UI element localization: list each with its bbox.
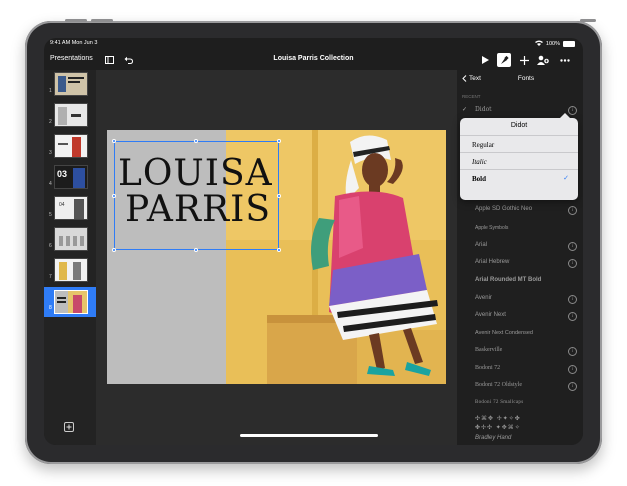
info-icon[interactable]: i (568, 206, 577, 215)
popover-title: Didot (510, 122, 528, 129)
style-regular[interactable]: Regular (460, 135, 578, 153)
slide-preview (54, 134, 88, 158)
slide-number: 6 (49, 243, 52, 249)
selection-handle[interactable] (112, 194, 116, 198)
slide-number: 1 (49, 88, 52, 94)
format-brush-icon[interactable] (497, 53, 511, 67)
info-icon[interactable]: i (568, 365, 577, 374)
checkmark-icon: ✓ (462, 107, 468, 113)
panel-title: Fonts (517, 75, 535, 82)
current-font-row[interactable]: Didot (475, 106, 492, 113)
current-slide[interactable]: LOUISA PARRIS (107, 130, 446, 384)
slide-thumbnail[interactable]: 3 (44, 132, 96, 160)
toolbar: Presentations Louisa Parris Collection (44, 50, 583, 70)
battery-percent: 100% (545, 41, 560, 47)
font-row[interactable]: Bodoni 72 (475, 365, 500, 371)
add-icon[interactable] (517, 53, 531, 67)
power-button (580, 19, 596, 22)
font-row[interactable]: Bodoni 72 Smallcaps (475, 400, 523, 405)
slide-preview (54, 258, 88, 282)
recent-header: RECENT (462, 94, 481, 99)
typeface-popover: Didot Regular Italic Bold ✓ (460, 113, 578, 200)
slide-preview (54, 72, 88, 96)
slide-navigator: 1 2 3 4 03 5 04 6 7 8 (44, 70, 96, 445)
slide-preview (54, 290, 88, 314)
style-label: Bold (472, 175, 487, 183)
wifi-icon (534, 40, 543, 48)
selection-handle[interactable] (277, 194, 281, 198)
font-row[interactable]: Arial Hebrew (475, 259, 509, 265)
text-selection-box[interactable] (114, 141, 279, 250)
slide-number: 5 (49, 212, 52, 218)
slide-canvas: LOUISA PARRIS (96, 70, 457, 445)
battery-icon (563, 41, 575, 47)
slide-thumbnail[interactable]: 2 (44, 101, 96, 129)
selection-handle[interactable] (194, 248, 198, 252)
font-row[interactable]: Avenir Next (475, 312, 506, 318)
volume-up-button (65, 19, 87, 22)
play-icon[interactable] (478, 53, 492, 67)
info-icon[interactable]: i (568, 242, 577, 251)
style-bold[interactable]: Bold ✓ (460, 169, 578, 187)
selection-handle[interactable] (194, 139, 198, 143)
more-icon[interactable] (558, 53, 572, 67)
style-label: Italic (472, 158, 487, 166)
style-italic[interactable]: Italic (460, 152, 578, 170)
selection-handle[interactable] (112, 248, 116, 252)
info-icon[interactable]: i (568, 312, 577, 321)
plus-icon (66, 424, 72, 430)
slide-number: 3 (49, 150, 52, 156)
slide-preview (54, 103, 88, 127)
popover-arrow (560, 113, 570, 118)
info-icon[interactable]: i (568, 295, 577, 304)
slide-number: 7 (49, 274, 52, 280)
slide-thumbnail[interactable]: 5 04 (44, 194, 96, 222)
slide-preview: 04 (54, 196, 88, 220)
selection-handle[interactable] (112, 139, 116, 143)
info-icon[interactable]: i (568, 347, 577, 356)
screen: 9:41 AM Mon Jun 3 100% Presentations Lou… (44, 38, 583, 445)
font-row[interactable]: Arial Rounded MT Bold (475, 277, 541, 283)
slide-preview: 03 (54, 165, 88, 189)
collaborate-icon[interactable] (536, 53, 550, 67)
slide-thumbnail[interactable]: 6 (44, 225, 96, 253)
font-row[interactable]: Bodoni 72 Oldstyle (475, 382, 522, 388)
status-time: 9:41 AM Mon Jun 3 (50, 40, 98, 46)
home-indicator[interactable] (240, 434, 378, 437)
slide-thumbnail-selected[interactable]: 8 (44, 287, 96, 317)
font-row[interactable]: Apple Symbols (475, 225, 508, 231)
font-row[interactable]: Avenir Next Condensed (475, 330, 533, 336)
volume-down-button (91, 19, 113, 22)
symbol-font-row[interactable]: ✣⌘✥ ✢✦✧✤ (475, 415, 521, 422)
font-row[interactable]: Bradley Hand (475, 435, 511, 441)
status-indicators: 100% (534, 40, 575, 48)
add-slide-button[interactable] (64, 422, 74, 432)
symbol-font-row[interactable]: ✤✢✣ ✦✥⌘✧ (475, 424, 521, 431)
selection-handle[interactable] (277, 139, 281, 143)
info-icon[interactable]: i (568, 259, 577, 268)
slide-preview (54, 227, 88, 251)
slide-thumbnail[interactable]: 1 (44, 70, 96, 98)
info-icon[interactable]: i (568, 382, 577, 391)
slide-number: 4 (49, 181, 52, 187)
selection-handle[interactable] (277, 248, 281, 252)
font-row[interactable]: Avenir (475, 295, 492, 301)
slide-number: 8 (49, 305, 52, 311)
slide-thumbnail[interactable]: 7 (44, 256, 96, 284)
font-row[interactable]: Arial (475, 242, 487, 248)
font-row[interactable]: Apple SD Gothic Neo (475, 206, 532, 212)
checkmark-icon: ✓ (563, 175, 569, 182)
slide-thumbnail[interactable]: 4 03 (44, 163, 96, 191)
style-label: Regular (472, 141, 495, 149)
font-row[interactable]: Baskerville (475, 347, 502, 353)
slide-number: 2 (49, 119, 52, 125)
